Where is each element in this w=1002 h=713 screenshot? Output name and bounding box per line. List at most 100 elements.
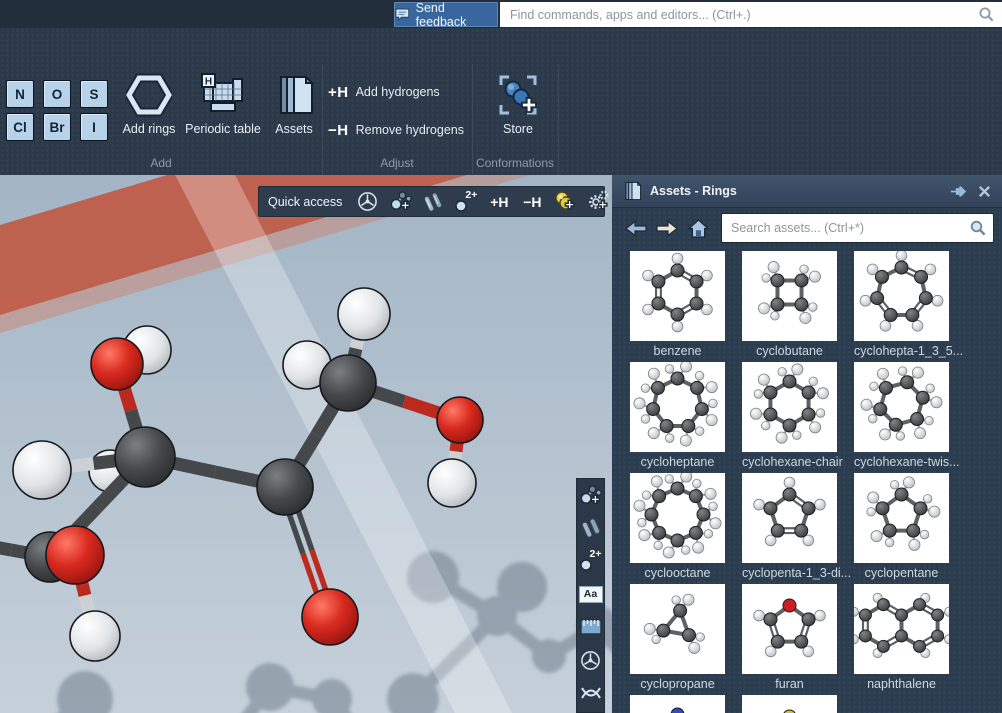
assets-grid: benzene cyclobutane cyclohepta-1_3_5...cyc… <box>612 248 1002 713</box>
periodic-table-label: Periodic table <box>185 122 261 136</box>
svg-text:H: H <box>205 77 212 88</box>
quick-access-label: Quick access <box>268 195 342 209</box>
asset-item-cyclohexane-twis...[interactable]: cyclohexane-twis... <box>854 362 949 473</box>
viewport-3d[interactable]: Quick access <box>0 175 612 713</box>
send-feedback-button[interactable]: Send feedback <box>394 2 498 27</box>
asset-label: cyclooctane <box>630 563 725 584</box>
assets-pages-icon <box>273 72 315 118</box>
bond-tool-icon[interactable] <box>421 190 445 214</box>
back-button[interactable] <box>624 218 648 238</box>
assets-label: Assets <box>275 122 313 136</box>
asset-label: cyclopropane <box>630 674 725 695</box>
assets-pages-icon <box>622 180 642 202</box>
asset-item-cyclopropane[interactable]: cyclopropane <box>630 584 725 695</box>
close-panel-button[interactable] <box>975 182 993 200</box>
asset-search <box>721 213 994 243</box>
asset-label: cyclobutane <box>742 341 837 362</box>
element-button-O[interactable]: O <box>43 80 71 108</box>
element-button-Cl[interactable]: Cl <box>6 113 34 141</box>
send-feedback-label: Send feedback <box>416 1 497 29</box>
quick-add-h-glyph: +H <box>490 194 508 210</box>
ribbon: NOS Cl Br I Add rings <box>0 28 1002 175</box>
asset-label: cycloheptane <box>630 452 725 473</box>
asset-item-cyclooctane[interactable]: cyclooctane <box>630 473 725 584</box>
asset-thumbnail <box>854 584 949 674</box>
asset-item-cyclopenta-1_3-di...[interactable]: cyclopenta-1_3-di... <box>742 473 837 584</box>
periodic-table-icon: H <box>199 72 247 118</box>
pin-panel-button[interactable] <box>949 182 967 200</box>
asset-item-cyclohexane-chair[interactable]: cyclohexane-chair <box>742 362 837 473</box>
asset-search-input[interactable] <box>721 213 994 243</box>
asset-item-naphthalene[interactable]: naphthalene <box>854 584 949 695</box>
command-search <box>500 2 1002 27</box>
store-icon <box>497 72 539 118</box>
conformation-add-icon[interactable] <box>553 190 577 214</box>
asset-thumbnail <box>630 584 725 674</box>
quick-remove-h-glyph: −H <box>523 194 541 210</box>
quick-access-toolbar: Quick access <box>258 186 605 217</box>
asset-item-cyclopentane[interactable]: cyclopentane <box>854 473 949 584</box>
asset-item-row5-12[interactable] <box>630 695 725 713</box>
assets-panel-nav <box>612 208 1002 248</box>
forward-button[interactable] <box>655 218 679 238</box>
asset-thumbnail <box>742 695 837 713</box>
quick-add-hydrogens-button[interactable]: +H <box>487 190 511 214</box>
charge-tool-icon[interactable]: 2+ <box>454 190 478 214</box>
element-button-I[interactable]: I <box>80 113 108 141</box>
asset-item-cyclohepta-1_3_5...[interactable]: cyclohepta-1_3_5... <box>854 251 949 362</box>
store-button[interactable]: Store <box>488 72 548 148</box>
asset-thumbnail <box>630 251 725 341</box>
add-hydrogens-glyph: +H <box>328 84 349 101</box>
periodic-table-button[interactable]: H Periodic table <box>186 72 260 148</box>
text-tool-glyph: Aa <box>579 586 603 603</box>
add-hydrogens-button[interactable]: +H Add hydrogens <box>328 78 440 106</box>
asset-label: cyclohexane-twis... <box>854 452 949 473</box>
remove-hydrogens-glyph: −H <box>328 122 349 139</box>
asset-label: furan <box>742 674 837 695</box>
asset-label: cyclohexane-chair <box>742 452 837 473</box>
remove-hydrogens-label: Remove hydrogens <box>356 123 464 137</box>
settings-add-icon[interactable] <box>586 190 610 214</box>
asset-item-row5-13[interactable] <box>742 695 837 713</box>
add-atoms-icon[interactable] <box>388 190 412 214</box>
search-icon <box>978 6 995 23</box>
group-label-adjust: Adjust <box>322 156 472 170</box>
asset-item-furan[interactable]: furan <box>742 584 837 695</box>
bond-tool-icon[interactable] <box>579 516 603 540</box>
asset-item-benzene[interactable]: benzene <box>630 251 725 362</box>
add-rings-label: Add rings <box>123 122 176 136</box>
asset-label: cyclohepta-1_3_5... <box>854 341 949 362</box>
asset-thumbnail <box>742 362 837 452</box>
wheel-icon[interactable] <box>579 648 603 672</box>
twist-icon[interactable] <box>579 681 603 705</box>
text-tool-icon[interactable]: Aa <box>579 582 603 606</box>
asset-label: cyclopenta-1_3-di... <box>742 563 837 584</box>
store-label: Store <box>503 122 533 136</box>
quick-remove-hydrogens-button[interactable]: −H <box>520 190 544 214</box>
element-button-N[interactable]: N <box>6 80 34 108</box>
remove-hydrogens-button[interactable]: −H Remove hydrogens <box>328 116 464 144</box>
command-search-input[interactable] <box>500 2 1002 27</box>
assets-button[interactable]: Assets <box>262 72 326 148</box>
add-rings-button[interactable]: Add rings <box>118 72 180 148</box>
wheel-icon[interactable] <box>355 190 379 214</box>
asset-thumbnail <box>630 695 725 713</box>
element-button-Br[interactable]: Br <box>43 113 71 141</box>
add-atoms-icon[interactable] <box>579 483 603 507</box>
asset-item-cyclobutane[interactable]: cyclobutane <box>742 251 837 362</box>
asset-thumbnail <box>742 251 837 341</box>
charge-tool-icon[interactable]: 2+ <box>579 549 603 573</box>
asset-thumbnail <box>854 251 949 341</box>
asset-item-cycloheptane[interactable]: cycloheptane <box>630 362 725 473</box>
asset-thumbnail <box>630 473 725 563</box>
home-button[interactable] <box>686 218 710 238</box>
assets-panel: Assets - Rings <box>612 175 1002 713</box>
speech-bubble-icon <box>395 8 410 21</box>
element-button-S[interactable]: S <box>80 80 108 108</box>
top-bar: Send feedback <box>0 0 1002 29</box>
asset-thumbnail <box>854 362 949 452</box>
assets-panel-header[interactable]: Assets - Rings <box>612 175 1002 208</box>
ruler-icon[interactable] <box>579 615 603 639</box>
asset-thumbnail <box>854 473 949 563</box>
asset-label: cyclopentane <box>854 563 949 584</box>
